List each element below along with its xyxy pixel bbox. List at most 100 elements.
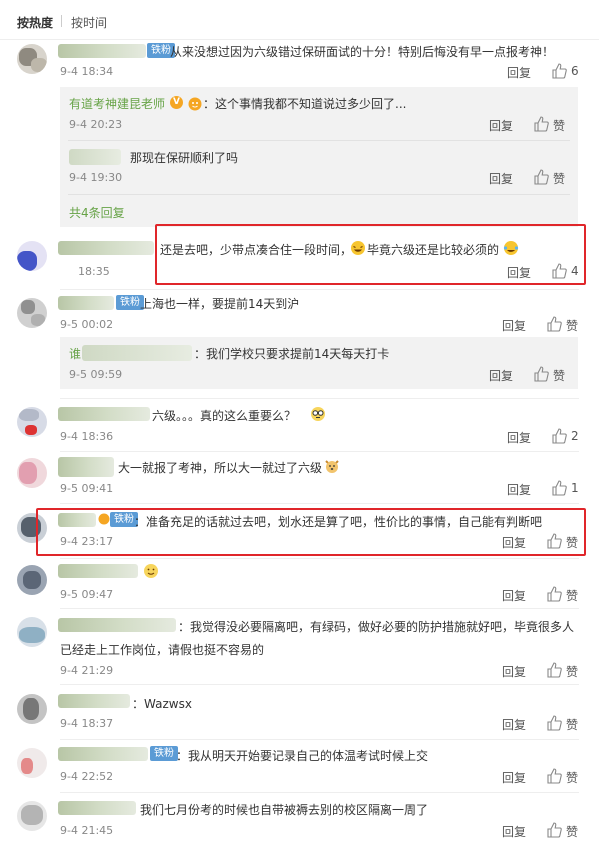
thumbs-up-icon <box>534 366 549 382</box>
dog-emoji-icon <box>324 458 340 474</box>
comment-text: 大一就报了考神，所以大一就过了六级 <box>118 461 323 475</box>
comment-text: ：我觉得没必要隔离吧，有绿码，做好必要的防护措施就好吧，毕竟很多人 <box>178 620 575 634</box>
reply-username[interactable]: 有道考神建昆老师 <box>69 95 165 112</box>
thumbs-up-icon <box>552 480 567 496</box>
username[interactable] <box>58 457 114 477</box>
comment-item: 铁粉 ：准备充足的话就过去吧，划水还是算了吧，性价比的事情，自己能有判断吧 9-… <box>0 507 599 555</box>
like-label: 赞 <box>553 172 566 186</box>
comment-time: 9-4 21:45 <box>60 824 114 837</box>
comment-time: 9-5 09:47 <box>60 588 114 601</box>
reply-button[interactable]: 回复 <box>502 823 526 840</box>
username[interactable] <box>58 407 150 421</box>
username[interactable] <box>58 694 130 708</box>
comment-text: 我们七月份考的时候也自带被褥去别的校区隔离一周了 <box>140 803 429 817</box>
comment-item: 铁粉 ：我从明天开始要记录自己的体温考试时候上交 9-4 22:52 回复 赞 <box>0 742 599 790</box>
like-label: 赞 <box>566 536 579 550</box>
comment-text: 六级。。。真的这么重要么？ <box>152 409 297 423</box>
nerd-emoji-icon <box>310 406 326 422</box>
user-avatar[interactable] <box>17 565 47 595</box>
reply-button[interactable]: 回复 <box>507 429 531 446</box>
reply-button[interactable]: 回复 <box>489 170 513 187</box>
user-avatar[interactable] <box>17 513 47 543</box>
laughing-emoji-icon <box>350 240 366 256</box>
thumbs-up-icon <box>547 316 562 332</box>
user-avatar[interactable] <box>17 801 47 831</box>
reply-username-blur <box>82 345 192 361</box>
comment-text: ：Wazwsx <box>132 697 192 711</box>
thumbs-up-icon <box>534 116 549 132</box>
divider <box>60 398 579 399</box>
user-avatar[interactable] <box>17 407 47 437</box>
like-label: 赞 <box>566 718 579 732</box>
divider <box>60 792 579 793</box>
comment-item: 六级。。。真的这么重要么？ 9-4 18:36 回复 2 <box>0 401 599 449</box>
user-avatar[interactable] <box>17 44 47 74</box>
divider <box>60 503 579 504</box>
more-replies-link[interactable]: 共4条回复 <box>69 204 125 221</box>
comment-item: 铁粉 从来没想过因为六级错过保研面试的十分！特别后悔没有早一点报考神！ 9-4 … <box>0 40 599 230</box>
comment-item: ：Wazwsx 9-4 18:37 回复 赞 <box>0 689 599 737</box>
comment-text-continued: 已经走上工作岗位，请假也挺不容易的 <box>60 643 265 657</box>
smile-emoji-icon <box>143 563 159 579</box>
fan-badge: 铁粉 <box>150 746 178 761</box>
user-avatar[interactable] <box>17 458 47 488</box>
comment-time: 9-4 23:17 <box>60 535 114 548</box>
reply-username[interactable]: 谁 <box>69 345 81 362</box>
like-count: 2 <box>571 429 579 443</box>
divider <box>60 608 579 609</box>
reply-thread: 谁 ：我们学校只要求提前14天每天打卡 9-5 09:59 回复 赞 <box>60 337 578 389</box>
reply-button[interactable]: 回复 <box>489 367 513 384</box>
like-label: 赞 <box>553 369 566 383</box>
reply-button[interactable]: 回复 <box>507 481 531 498</box>
comment-text-continued: 毕竟六级还是比较必须的 <box>367 243 500 257</box>
username[interactable] <box>58 44 146 58</box>
comment-item: 9-5 09:47 回复 赞 <box>0 560 599 606</box>
comment-text: ：准备充足的话就过去吧，划水还是算了吧，性价比的事情，自己能有判断吧 <box>134 515 543 529</box>
comment-item: 我们七月份考的时候也自带被褥去别的校区隔离一周了 9-4 21:45 回复 赞 <box>0 796 599 846</box>
reply-button[interactable]: 回复 <box>502 769 526 786</box>
comment-item: 大一就报了考神，所以大一就过了六级 9-5 09:41 回复 1 <box>0 453 599 501</box>
thumbs-up-icon <box>547 822 562 838</box>
thumbs-up-icon <box>547 586 562 602</box>
username[interactable] <box>58 564 138 578</box>
username[interactable] <box>58 801 136 815</box>
reply-button[interactable]: 回复 <box>502 663 526 680</box>
username[interactable] <box>58 618 176 632</box>
comment-time: 9-4 18:37 <box>60 717 114 730</box>
fan-emoji-icon <box>98 513 110 525</box>
comment-item: ：我觉得没必要隔离吧，有绿码，做好必要的防护措施就好吧，毕竟很多人 已经走上工作… <box>0 612 599 682</box>
username[interactable] <box>58 513 96 527</box>
comment-text: ：我从明天开始要记录自己的体温考试时候上交 <box>176 749 429 763</box>
reply-button[interactable]: 回复 <box>502 587 526 604</box>
username[interactable] <box>58 241 154 255</box>
like-label: 赞 <box>566 319 579 333</box>
thumbs-up-icon <box>552 63 567 79</box>
reply-button[interactable]: 回复 <box>489 117 513 134</box>
comment-time: 9-4 21:29 <box>60 664 114 677</box>
username[interactable] <box>58 296 114 310</box>
reply-button[interactable]: 回复 <box>507 264 531 281</box>
comment-time: 9-4 18:34 <box>60 65 114 78</box>
reply-button[interactable]: 回复 <box>502 317 526 334</box>
username[interactable] <box>58 747 148 761</box>
comment-time: 9-4 22:52 <box>60 770 114 783</box>
comment-item: 铁粉 上海也一样，要提前14天到沪 9-5 00:02 回复 赞 谁 ：我们学校… <box>0 292 599 397</box>
comment-item: 还是去吧，少带点凑合住一段时间， 毕竟六级还是比较必须的 18:35 回复 4 <box>0 237 599 287</box>
sort-by-hot-tab[interactable]: 按热度 <box>17 14 53 31</box>
divider <box>60 289 579 290</box>
reply-username[interactable] <box>69 149 121 165</box>
reply-button[interactable]: 回复 <box>502 716 526 733</box>
user-avatar[interactable] <box>17 694 47 724</box>
comment-text: 上海也一样，要提前14天到沪 <box>140 297 300 311</box>
comment-text: 从来没想过因为六级错过保研面试的十分！特别后悔没有早一点报考神！ <box>170 45 555 59</box>
user-avatar[interactable] <box>17 298 47 328</box>
user-avatar[interactable] <box>17 241 47 271</box>
user-avatar[interactable] <box>17 748 47 778</box>
reply-time: 9-4 19:30 <box>69 171 123 184</box>
sort-by-time-tab[interactable]: 按时间 <box>71 14 107 31</box>
user-avatar[interactable] <box>17 617 47 647</box>
reply-button[interactable]: 回复 <box>502 534 526 551</box>
reply-text: ：我们学校只要求提前14天每天打卡 <box>194 347 390 361</box>
reply-button[interactable]: 回复 <box>507 64 531 81</box>
reply-text: ：这个事情我都不知道说过多少回了... <box>203 97 407 111</box>
